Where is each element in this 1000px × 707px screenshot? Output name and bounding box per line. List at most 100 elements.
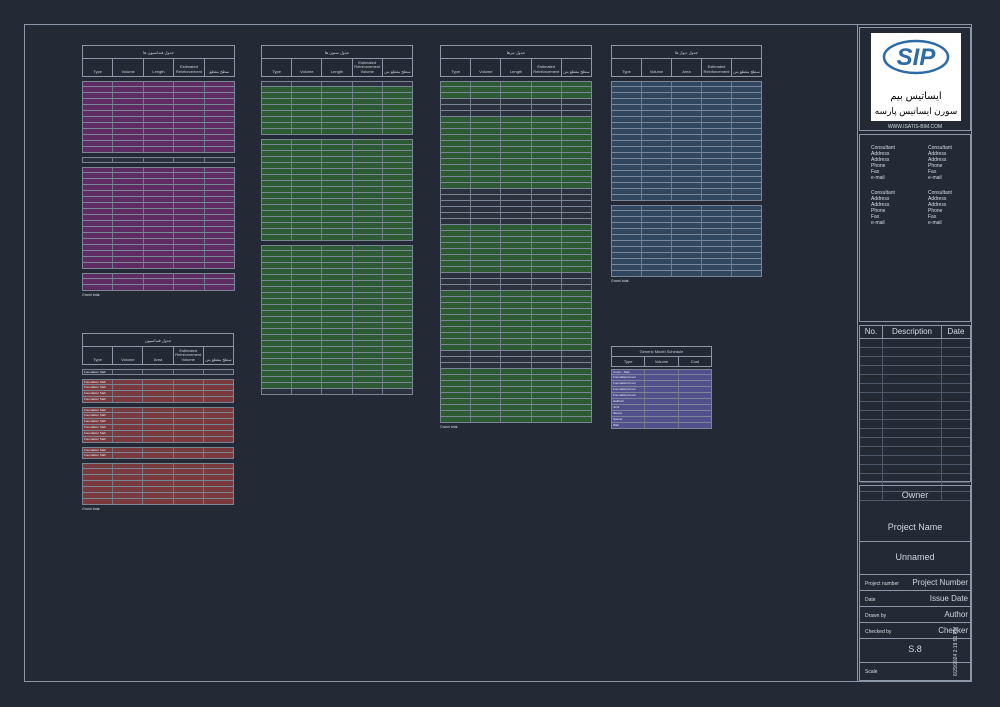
table-cell: [292, 353, 323, 358]
rev-col-date: Date: [947, 327, 965, 336]
table-cell: [532, 195, 562, 200]
table-cell: [113, 147, 144, 152]
table-cell: [501, 207, 532, 212]
table-cell: [144, 179, 175, 184]
table-cell: [501, 303, 532, 308]
table-cell: [645, 411, 679, 416]
table-cell: [562, 339, 591, 344]
table-cell: [83, 203, 114, 208]
table-cell: [204, 391, 233, 396]
table-cell: [441, 99, 472, 104]
table-cell: [83, 469, 114, 474]
table-cell: [204, 464, 233, 468]
table-cell: [292, 193, 323, 198]
table-cell: [262, 299, 293, 304]
table-cell: [292, 311, 323, 316]
table-cell: [732, 165, 761, 170]
table-cell: [322, 169, 353, 174]
table-cell: [292, 93, 323, 98]
table-cell: [532, 243, 562, 248]
table-cell: [532, 123, 562, 128]
table-cell: [679, 399, 711, 404]
table-cell: [83, 257, 114, 262]
table-cell: [562, 369, 591, 374]
table-cell: [562, 189, 591, 194]
table-cell: [562, 399, 591, 404]
table-cell: [292, 87, 323, 92]
table-cell: [144, 117, 175, 122]
table-cell: [353, 193, 383, 198]
table-cell: [501, 345, 532, 350]
website-link[interactable]: WWW.ISATIS-BIM.COM: [860, 124, 970, 130]
date-label: Date: [865, 597, 876, 603]
table-cell: [471, 297, 502, 302]
table-cell: [113, 135, 144, 140]
table-cell: [83, 82, 114, 86]
table-cell: [322, 293, 353, 298]
table-cell: [83, 239, 114, 244]
table-cell: [612, 105, 642, 110]
table-cell: [143, 385, 174, 390]
revision-cell: [883, 339, 942, 347]
table-cell: [532, 303, 562, 308]
table-cell: [353, 223, 383, 228]
revision-cell: [942, 465, 970, 473]
revision-row: [860, 393, 970, 402]
table-cell: [645, 405, 679, 410]
table-cell: [471, 207, 502, 212]
table-cell: [205, 87, 234, 92]
table-cell: [262, 353, 293, 358]
schedule-columns: Type Volume Length Estimated Reinforceme…: [441, 59, 591, 76]
table-cell: [205, 221, 234, 226]
table-cell: [383, 111, 412, 116]
table-cell: [645, 381, 679, 386]
table-cell: Sleeve: [612, 411, 646, 416]
table-cell: [441, 195, 472, 200]
revision-cell: [860, 456, 883, 464]
table-cell: [353, 229, 383, 234]
table-cell: [143, 391, 174, 396]
table-cell: [501, 405, 532, 410]
table-cell: [292, 365, 323, 370]
revision-cell: [860, 393, 883, 401]
table-cell: [353, 365, 383, 370]
table-cell: [143, 481, 174, 486]
table-cell: [501, 339, 532, 344]
table-cell: [532, 333, 562, 338]
table-cell: [383, 175, 412, 180]
table-cell: [702, 123, 732, 128]
table-cell: [672, 183, 702, 188]
table-cell: [292, 257, 323, 262]
table-cell: [83, 215, 114, 220]
table-cell: [174, 147, 205, 152]
table-cell: [143, 464, 174, 468]
table-cell: [471, 285, 502, 290]
table-cell: [679, 393, 711, 398]
table-cell: [672, 153, 702, 158]
table-cell: [532, 99, 562, 104]
table-cell: [702, 259, 732, 264]
table-cell: [441, 339, 472, 344]
revision-cell: [883, 429, 942, 437]
table-cell: [702, 147, 732, 152]
table-cell: [205, 123, 234, 128]
col-reinforcement: Estimated Reinforcement: [174, 59, 205, 76]
table-cell: [562, 111, 591, 116]
table-cell: [532, 339, 562, 344]
table-cell: [113, 475, 144, 480]
table-cell: [612, 123, 642, 128]
table-cell: [144, 221, 175, 226]
table-cell: Foundation Slab: [83, 425, 114, 430]
consultant-block: Consultant Address Address Phone Fax e-mail: [928, 145, 952, 181]
table-cell: [353, 140, 383, 144]
table-cell: [441, 399, 472, 404]
table-cell: [292, 235, 323, 240]
table-cell: [322, 251, 353, 256]
table-cell: [702, 165, 732, 170]
table-cell: [501, 135, 532, 140]
table-cell: [612, 229, 642, 234]
table-cell: [642, 87, 672, 92]
table-cell: [113, 263, 144, 268]
table-cell: [144, 203, 175, 208]
col-reinforcement: Estimated Reinforcement Volume: [174, 347, 204, 364]
